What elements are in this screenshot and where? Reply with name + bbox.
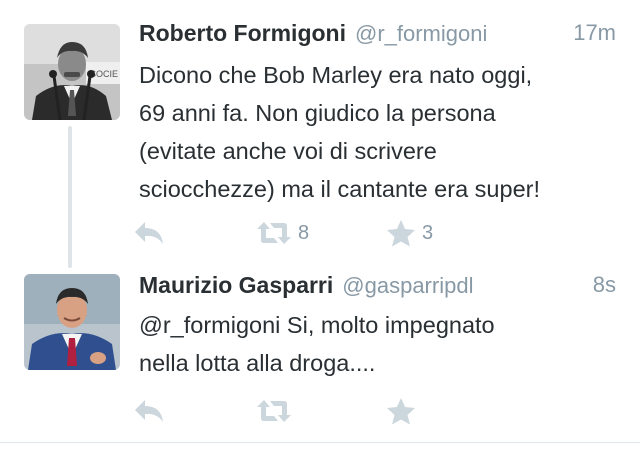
reply-icon [133, 220, 165, 246]
avatar[interactable]: SOCIE [24, 24, 120, 120]
retweet-icon [256, 221, 292, 245]
favorite-button[interactable] [386, 396, 422, 426]
author-name[interactable]: Roberto Formigoni [139, 20, 346, 46]
tweet-gasparri[interactable]: Maurizio Gasparri @gasparripdl 8s @r_form… [0, 262, 640, 442]
favorite-button[interactable]: 3 [386, 218, 433, 248]
retweet-count: 8 [298, 221, 310, 244]
star-icon [386, 219, 416, 247]
tweet-text-line: nella lotta alla droga.... [139, 350, 376, 376]
retweet-icon [256, 399, 292, 423]
favorite-count: 3 [422, 221, 434, 244]
tweet-timestamp[interactable]: 17m [573, 20, 616, 46]
tweet-header: Maurizio Gasparri @gasparripdl 8s [139, 272, 616, 302]
author-name[interactable]: Maurizio Gasparri [139, 272, 333, 298]
reply-icon [133, 398, 165, 424]
author-handle[interactable]: @gasparripdl [342, 273, 473, 298]
tweet-text-line: @r_formigoni Si, molto impegnato [139, 312, 495, 338]
divider [0, 442, 640, 443]
tweet-text: Dicono che Bob Marley era nato oggi, 69 … [139, 56, 622, 208]
author-handle[interactable]: @r_formigoni [355, 21, 487, 46]
tweet-timestamp[interactable]: 8s [593, 272, 616, 298]
reply-button[interactable] [133, 218, 165, 248]
star-icon [386, 397, 416, 425]
tweet-text-line: sciocchezze) ma il cantante era super! [139, 176, 540, 202]
reply-button[interactable] [133, 396, 165, 426]
tweet-formigoni[interactable]: SOCIE Roberto Formigoni @r_formigoni 17m … [0, 0, 640, 262]
retweet-button[interactable] [256, 396, 298, 426]
avatar[interactable] [24, 274, 120, 370]
tweet-text-line: Dicono che Bob Marley era nato oggi, [139, 62, 533, 88]
tweet-text-line: (evitate anche voi di scrivere [139, 138, 437, 164]
tweet-text: @r_formigoni Si, molto impegnato nella l… [139, 306, 622, 382]
retweet-button[interactable]: 8 [256, 218, 309, 248]
tweet-header: Roberto Formigoni @r_formigoni 17m [139, 20, 616, 50]
tweet-text-line: 69 anni fa. Non giudico la persona [139, 100, 496, 126]
